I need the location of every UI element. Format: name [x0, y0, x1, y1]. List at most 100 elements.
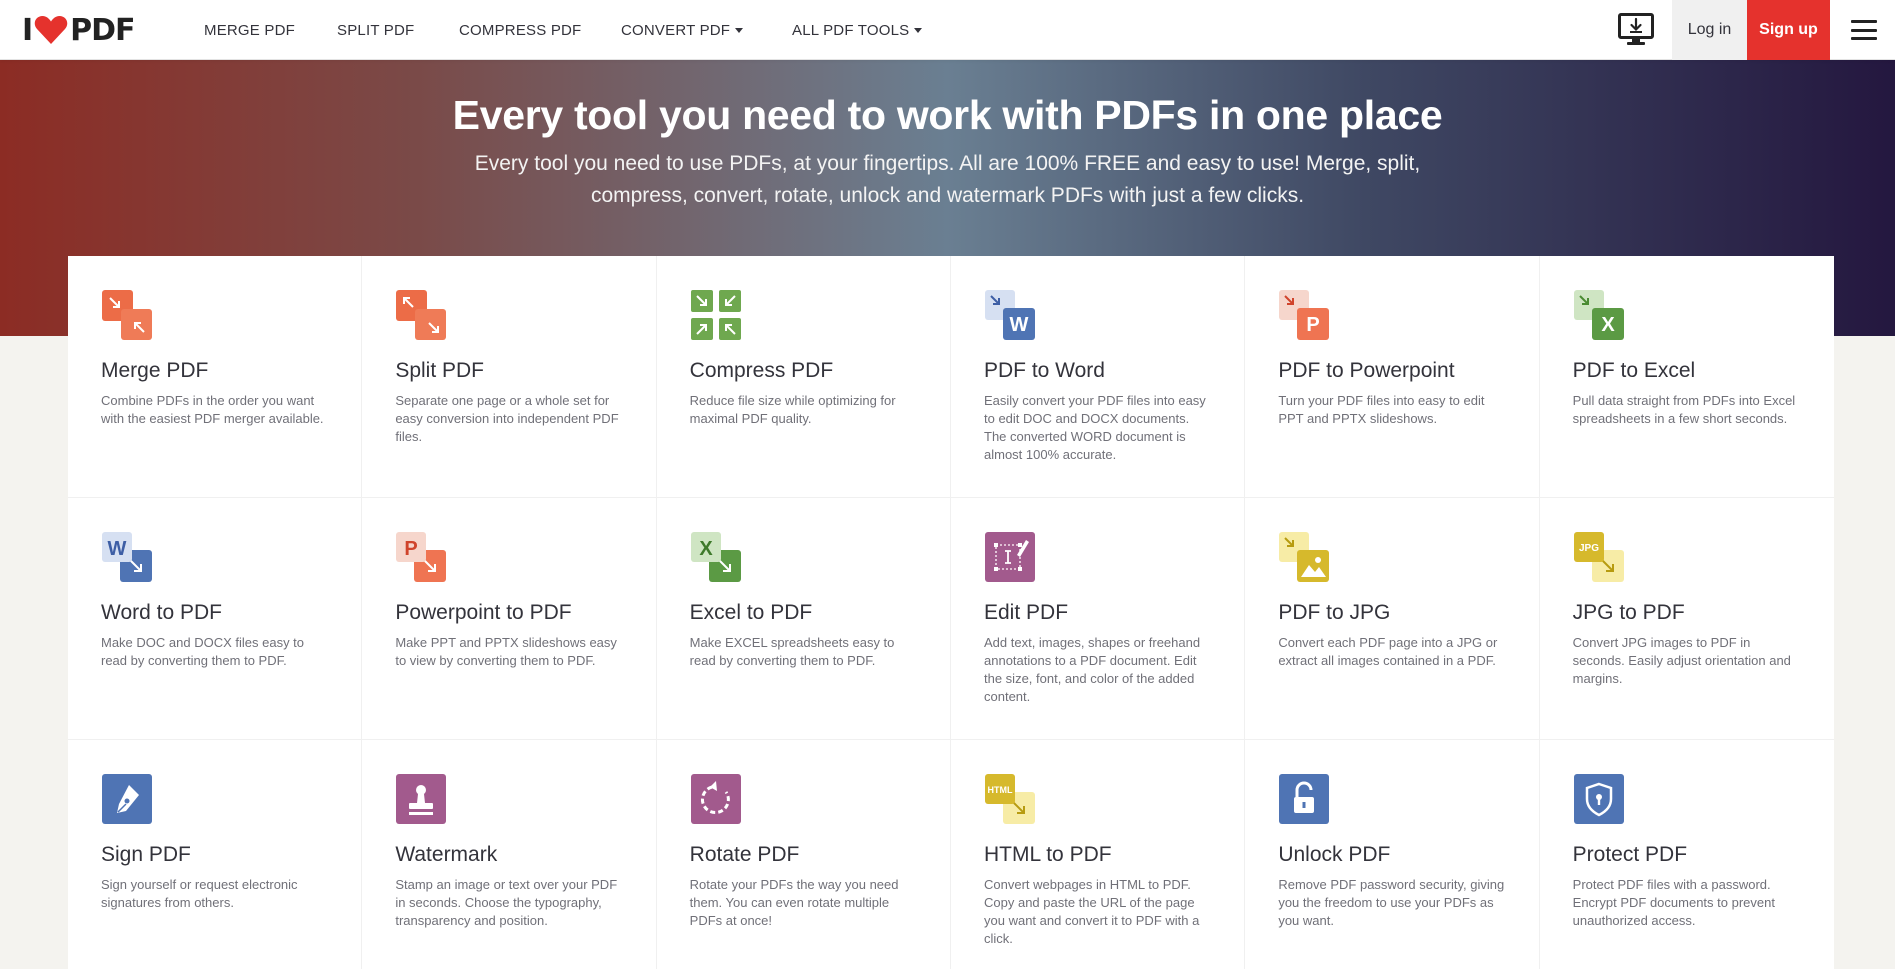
nav-label: COMPRESS PDF — [459, 21, 582, 39]
protect-pdf-icon — [1573, 774, 1624, 824]
tool-card-rotate-pdf[interactable]: Rotate PDF Rotate your PDFs the way you … — [657, 740, 951, 969]
rotate-pdf-icon — [690, 774, 741, 824]
nav-label: CONVERT PDF — [621, 21, 731, 39]
hamburger-menu-icon[interactable] — [1851, 20, 1877, 40]
tool-card-powerpoint-to-pdf[interactable]: P Powerpoint to PDF Make PPT and PPTX sl… — [362, 498, 657, 740]
tool-card-excel-to-pdf[interactable]: X Excel to PDF Make EXCEL spreadsheets e… — [656, 498, 951, 740]
tool-card-html-to-pdf[interactable]: HTML HTML to PDF Convert webpages in HTM… — [951, 740, 1246, 969]
tool-title: Excel to PDF — [689, 601, 813, 624]
tool-title: Unlock PDF — [1278, 843, 1391, 866]
split-icon — [396, 290, 447, 340]
tool-card-pdf-to-excel[interactable]: X PDF to Excel Pull data straight from P… — [1539, 256, 1834, 498]
excel-to-pdf-icon: X — [690, 532, 741, 582]
tool-title: Rotate PDF — [689, 843, 800, 866]
merge-icon — [102, 290, 152, 340]
pdf-to-word-icon: W — [985, 290, 1035, 340]
compress-icon — [690, 290, 741, 340]
heart-icon — [34, 16, 68, 44]
tool-description: Turn your PDF files into easy to edit PP… — [1278, 393, 1485, 426]
nav-label: MERGE PDF — [204, 21, 295, 39]
tool-card-sign-pdf[interactable]: Sign PDF Sign yourself or request electr… — [68, 740, 363, 969]
tool-description: Convert JPG images to PDF in seconds. Ea… — [1572, 635, 1791, 686]
pdf-to-jpg-icon — [1279, 532, 1330, 582]
caret-down-icon — [914, 27, 923, 33]
signup-button[interactable]: Sign up — [1747, 0, 1830, 60]
hero-title: Every tool you need to work with PDFs in… — [452, 92, 1443, 138]
tool-description: Convert webpages in HTML to PDF. Copy an… — [984, 877, 1200, 946]
tool-card-edit-pdf[interactable]: Edit PDF Add text, images, shapes or fre… — [951, 498, 1246, 740]
nav-split-pdf[interactable]: SPLIT PDF — [337, 0, 414, 60]
pdf-to-excel-icon: X — [1573, 290, 1624, 340]
svg-text:HTML: HTML — [988, 785, 1013, 795]
tool-description: Pull data straight from PDFs into Excel … — [1572, 393, 1796, 426]
jpg-to-pdf-icon: JPG — [1573, 532, 1624, 582]
tool-title: PDF to Excel — [1572, 359, 1696, 382]
tools-grid: Merge PDF Combine PDFs in the order you … — [68, 256, 1834, 969]
tool-title: Edit PDF — [984, 601, 1069, 624]
tool-card-unlock-pdf[interactable]: Unlock PDF Remove PDF password security,… — [1245, 740, 1540, 969]
nav-all-pdf-tools[interactable]: ALL PDF TOOLS — [792, 0, 923, 60]
tool-card-watermark[interactable]: Watermark Stamp an image or text over yo… — [362, 740, 657, 969]
tool-title: PDF to Word — [984, 359, 1105, 382]
tool-title: JPG to PDF — [1572, 601, 1685, 624]
tool-card-jpg-to-pdf[interactable]: JPG JPG to PDF Convert JPG images to PDF… — [1539, 498, 1834, 740]
logo-text-left: I — [22, 12, 33, 48]
nav-merge-pdf[interactable]: MERGE PDF — [204, 0, 295, 60]
desktop-download-icon[interactable] — [1618, 13, 1654, 47]
tool-description: Remove PDF password security, giving you… — [1278, 877, 1505, 928]
unlock-pdf-icon — [1279, 774, 1330, 824]
html-to-pdf-icon: HTML — [985, 774, 1035, 824]
tool-description: Convert each PDF page into a JPG or extr… — [1278, 635, 1498, 668]
svg-text:JPG: JPG — [1579, 543, 1599, 554]
tool-description: Easily convert your PDF files into easy … — [984, 393, 1206, 462]
svg-text:P: P — [1307, 314, 1320, 336]
tool-title: Protect PDF — [1572, 843, 1688, 866]
svg-text:W: W — [1010, 314, 1029, 336]
tool-card-protect-pdf[interactable]: Protect PDF Protect PDF files with a pas… — [1540, 740, 1834, 969]
svg-text:X: X — [699, 538, 713, 560]
edit-pdf-icon — [985, 532, 1035, 582]
word-to-pdf-icon: W — [102, 532, 152, 582]
tool-title: Merge PDF — [101, 359, 209, 382]
svg-text:W: W — [108, 538, 127, 560]
logo-text-right: PDF — [70, 12, 135, 48]
tool-description: Rotate your PDFs the way you need them. … — [689, 877, 899, 928]
tool-description: Add text, images, shapes or freehand ann… — [984, 635, 1201, 704]
tool-card-split-pdf[interactable]: Split PDF Separate one page or a whole s… — [362, 256, 657, 498]
tool-card-pdf-to-word[interactable]: W PDF to Word Easily convert your PDF fi… — [951, 256, 1246, 498]
powerpoint-to-pdf-icon: P — [396, 532, 447, 582]
tool-title: Sign PDF — [101, 843, 191, 866]
login-button[interactable]: Log in — [1672, 0, 1747, 60]
caret-down-icon — [735, 27, 744, 33]
tool-description: Combine PDFs in the order you want with … — [101, 393, 324, 426]
tool-card-compress-pdf[interactable]: Compress PDF Reduce file size while opti… — [656, 256, 951, 498]
tool-card-pdf-to-jpg[interactable]: PDF to JPG Convert each PDF page into a … — [1245, 498, 1540, 740]
login-label: Log in — [1687, 21, 1732, 38]
sign-pdf-icon — [102, 774, 152, 824]
tool-card-merge-pdf[interactable]: Merge PDF Combine PDFs in the order you … — [68, 256, 363, 498]
tool-description: Reduce file size while optimizing for ma… — [689, 393, 896, 426]
tool-title: Watermark — [395, 843, 498, 866]
tool-description: Separate one page or a whole set for eas… — [395, 393, 619, 444]
tool-title: Compress PDF — [689, 359, 834, 382]
tool-description: Protect PDF files with a password. Encry… — [1572, 877, 1775, 928]
tool-card-word-to-pdf[interactable]: W Word to PDF Make DOC and DOCX files ea… — [68, 498, 363, 740]
pdf-to-powerpoint-icon: P — [1279, 290, 1330, 340]
tool-title: Powerpoint to PDF — [395, 601, 572, 624]
tool-card-pdf-to-powerpoint[interactable]: P PDF to Powerpoint Turn your PDF files … — [1245, 256, 1540, 498]
nav-compress-pdf[interactable]: COMPRESS PDF — [459, 0, 581, 60]
nav-label: ALL PDF TOOLS — [792, 21, 910, 39]
tool-title: PDF to Powerpoint — [1278, 359, 1455, 382]
ilovepdf-logo[interactable]: I PDF — [22, 12, 136, 48]
tool-description: Sign yourself or request electronic sign… — [101, 877, 298, 910]
tool-title: HTML to PDF — [984, 843, 1112, 866]
tool-title: Split PDF — [395, 359, 485, 382]
nav-convert-pdf[interactable]: CONVERT PDF — [621, 0, 744, 60]
tool-description: Stamp an image or text over your PDF in … — [395, 877, 618, 928]
tool-title: Word to PDF — [101, 601, 222, 624]
svg-text:P: P — [405, 538, 418, 560]
nav-label: SPLIT PDF — [337, 21, 415, 39]
hero-subtitle: Every tool you need to use PDFs, at your… — [474, 152, 1421, 207]
tool-description: Make DOC and DOCX files easy to read by … — [101, 635, 305, 668]
tool-description: Make PPT and PPTX slideshows easy to vie… — [395, 635, 617, 668]
